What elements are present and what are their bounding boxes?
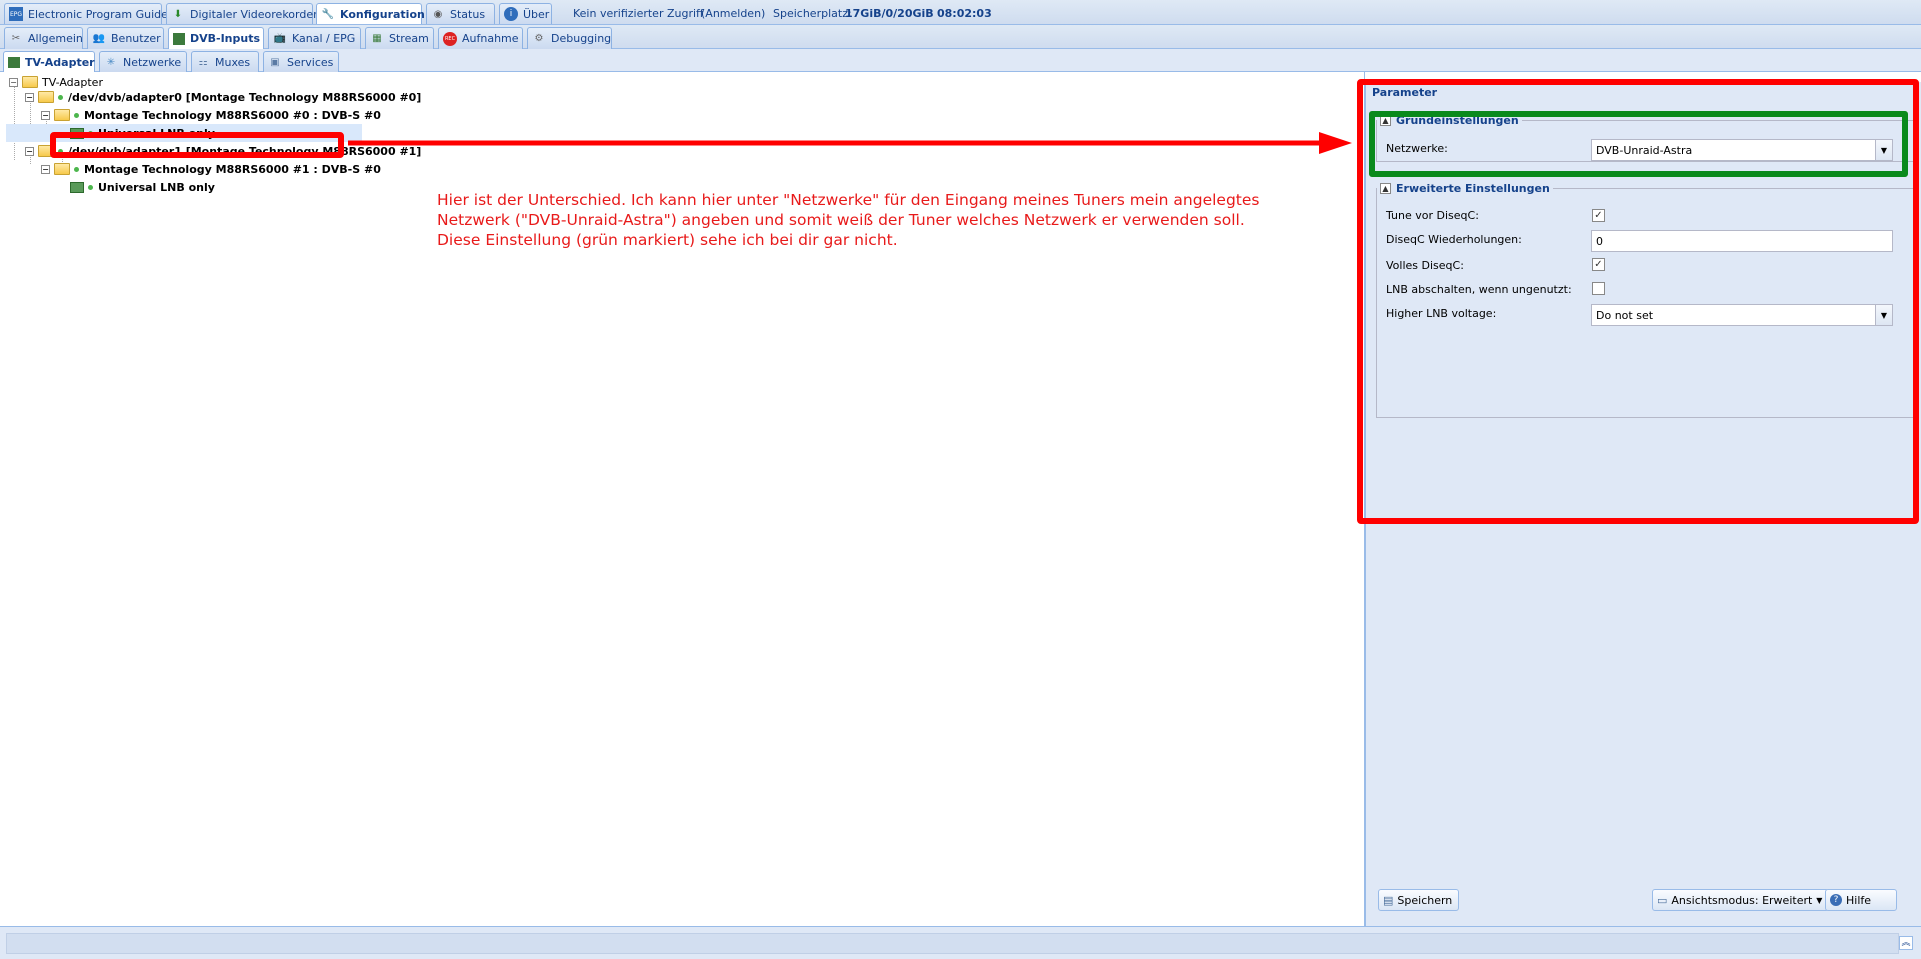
tab-muxes[interactable]: ⚏ Muxes (191, 51, 259, 72)
tree-frontend0[interactable]: − Montage Technology M88RS6000 #0 : DVB-… (41, 106, 381, 124)
expand-up-icon[interactable]: ︽ (1899, 936, 1913, 950)
chevron-down-icon: ▼ (1816, 895, 1823, 905)
annotation-text: Hier ist der Unterschied. Ich kann hier … (437, 191, 1260, 249)
login-link[interactable]: (Anmelden) (701, 7, 765, 20)
dvb-tabbar: TV-Adapter ✳ Netzwerke ⚏ Muxes ▣ Service… (0, 49, 1921, 72)
tab-aufnahme[interactable]: REC Aufnahme (438, 27, 523, 49)
info-icon: i (504, 7, 518, 21)
tab-dvb-inputs[interactable]: DVB-Inputs (168, 27, 264, 49)
folder-icon (54, 163, 70, 175)
tab-status[interactable]: ◉ Status (426, 3, 495, 24)
status-dot-icon (74, 112, 79, 118)
tree-adapter0[interactable]: − /dev/dvb/adapter0 [Montage Technology … (25, 88, 421, 106)
tab-ueber[interactable]: i Über (499, 3, 552, 24)
red-arrow (348, 132, 1352, 154)
status-dot-icon (88, 184, 93, 190)
tv-icon: 📺 (273, 33, 287, 44)
tree-frontend1[interactable]: − Montage Technology M88RS6000 #1 : DVB-… (41, 160, 381, 178)
tree-lnb1[interactable]: Universal LNB only (70, 178, 215, 196)
tab-stream[interactable]: ▦ Stream (365, 27, 434, 49)
tab-services[interactable]: ▣ Services (263, 51, 339, 72)
folder-icon (38, 91, 54, 103)
clock: 08:02:03 (937, 7, 992, 20)
tab-kanal-epg[interactable]: 📺 Kanal / EPG (268, 27, 361, 49)
eye-icon: ◉ (433, 8, 443, 20)
antenna-icon: ✳ (106, 56, 116, 68)
tab-netzwerke[interactable]: ✳ Netzwerke (99, 51, 187, 72)
storage-label: Speicherplatz: (773, 7, 852, 20)
collapse-toggle[interactable]: − (41, 110, 50, 120)
help-button[interactable]: ? Hilfe (1825, 889, 1897, 911)
collapse-toggle[interactable]: − (9, 77, 18, 87)
save-icon: ▤ (1383, 893, 1394, 907)
tab-debugging[interactable]: ⚙ Debugging (527, 27, 612, 49)
view-mode-button[interactable]: ▭ Ansichtsmodus: Erweitert ▼ (1652, 889, 1830, 911)
folder-icon (54, 109, 70, 121)
users-icon: 👥 (92, 33, 106, 44)
tab-tv-adapter[interactable]: TV-Adapter (3, 51, 95, 72)
tab-benutzer[interactable]: 👥 Benutzer (87, 27, 164, 49)
tab-dvr[interactable]: ⬇ Digitaler Videorekorder (166, 3, 318, 24)
tools-icon: ✂ (11, 33, 21, 44)
config-tabbar: ✂ Allgemein 👥 Benutzer DVB-Inputs 📺 Kana… (0, 25, 1921, 49)
access-status: Kein verifizierter Zugriff (573, 7, 704, 20)
dvr-icon: ⬇ (173, 8, 183, 20)
top-menu-bar: EPG Electronic Program Guide ⬇ Digitaler… (0, 0, 1921, 25)
services-icon: ▣ (270, 56, 280, 68)
film-icon: ▦ (372, 33, 382, 44)
collapse-toggle[interactable]: − (25, 146, 34, 156)
status-dot-icon (58, 94, 63, 100)
save-button[interactable]: ▤ Speichern (1378, 889, 1460, 911)
gears-icon: ⚙ (534, 33, 544, 44)
tv-card-icon (173, 32, 185, 45)
help-icon: ? (1830, 894, 1842, 906)
tv-card-icon (70, 181, 84, 193)
green-highlight-networks-setting (1369, 111, 1908, 177)
red-highlight-tree-item (50, 132, 344, 158)
tv-card-icon (8, 56, 20, 68)
storage-value: 17GiB/0/20GiB (845, 7, 934, 20)
tab-allgemein[interactable]: ✂ Allgemein (4, 27, 83, 49)
mux-icon: ⚏ (198, 56, 208, 68)
tab-konfiguration[interactable]: 🔧 Konfiguration (316, 3, 425, 24)
view-mode-icon: ▭ (1657, 893, 1668, 907)
wrench-icon: 🔧 (321, 8, 335, 20)
rec-icon: REC (443, 31, 457, 46)
collapse-toggle[interactable]: − (25, 92, 34, 102)
status-bar: ︽ (0, 926, 1921, 959)
folder-icon (22, 76, 38, 88)
tab-epg[interactable]: EPG Electronic Program Guide (4, 3, 168, 24)
log-area (6, 933, 1899, 954)
status-dot-icon (74, 166, 79, 172)
collapse-toggle[interactable]: − (41, 164, 50, 174)
epg-icon: EPG (9, 7, 23, 21)
